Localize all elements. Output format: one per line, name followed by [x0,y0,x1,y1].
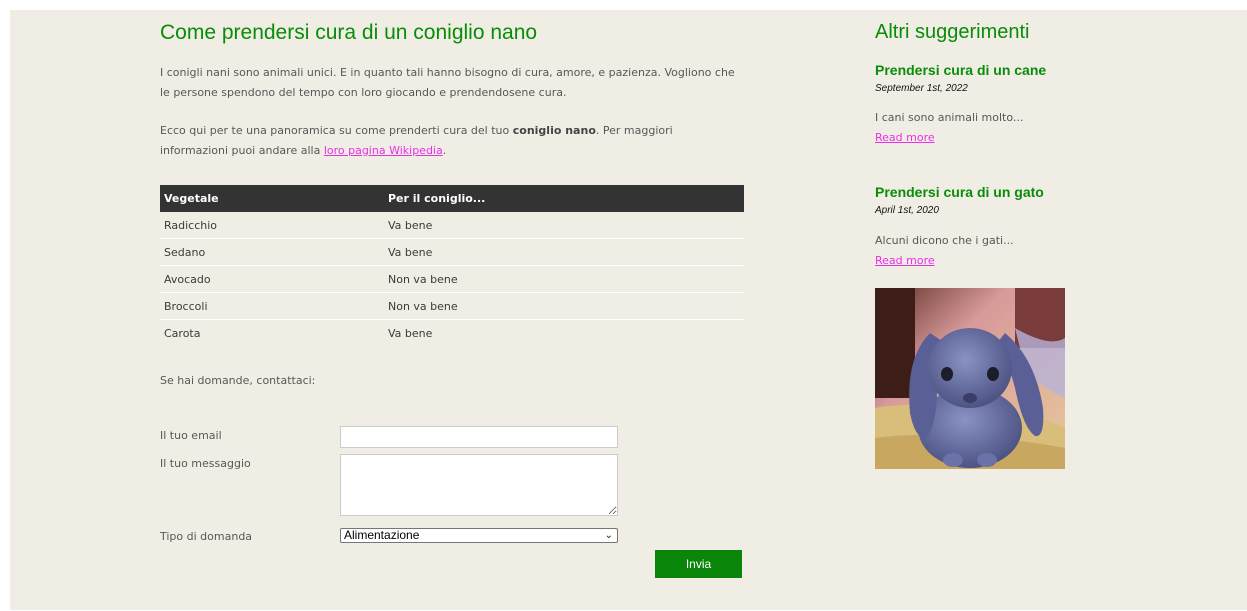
overview-bold: coniglio nano [512,124,596,137]
table-cell-verdict: Va bene [388,326,433,340]
post-date-dog: September 1st, 2022 [875,83,968,94]
question-type-label: Tipo di domanda [160,530,253,543]
wikipedia-link[interactable]: loro pagina Wikipedia [324,144,443,157]
rabbit-photo [875,288,1065,469]
page: Come prendersi cura di un coniglio nano … [10,10,1247,610]
contact-intro: Se hai domande, contattaci: [160,374,316,387]
post-title-cat: Prendersi cura di un gato [875,184,1044,200]
message-field[interactable] [340,454,618,516]
table-row: Broccoli Non va bene [160,292,744,320]
table-cell-vegetable: Radicchio [160,212,384,239]
table-row: Sedano Va bene [160,238,744,266]
table-cell-vegetable: Sedano [160,238,384,266]
post-date-cat: April 1st, 2020 [875,205,939,216]
table-cell-vegetable: Carota [164,326,201,340]
submit-button[interactable]: Invia [655,550,742,578]
column-header-vegetale: Vegetale [160,185,384,212]
table-header-row: Vegetale Per il coniglio... [160,185,744,212]
post-title-dog: Prendersi cura di un cane [875,62,1047,78]
overview-text-end: . [442,144,447,157]
email-field[interactable] [340,426,618,448]
table-row: Radicchio Va bene [160,212,744,239]
intro-paragraph: I conigli nani sono animali unici. E in … [160,66,735,99]
page-title: Come prendersi cura di un coniglio nano [160,21,538,44]
table-cell-vegetable: Broccoli [160,292,384,320]
email-label: Il tuo email [160,429,222,442]
table-cell-vegetable: Avocado [160,265,384,293]
read-more-link-cat[interactable]: Read more [875,254,935,267]
table-row: Avocado Non va bene [160,265,744,293]
overview-paragraph: Ecco qui per te una panoramica su come p… [160,121,744,161]
read-more-link-dog[interactable]: Read more [875,131,935,144]
sidebar-title: Altri suggerimenti [875,21,1030,43]
question-type-select[interactable]: Alimentazione ⌄ [340,528,618,543]
overview-text-start: Ecco qui per te una panoramica su come p… [160,124,513,137]
vegetable-table: Vegetale Per il coniglio... Radicchio Va… [160,185,744,346]
post-excerpt-dog: I cani sono animali molto... [875,111,1024,124]
table-row: Carota Va bene [160,320,744,347]
post-excerpt-cat: Alcuni dicono che i gati... [875,234,1014,247]
question-type-selected-value: Alimentazione [344,528,420,542]
table-cell-verdict: Non va bene [384,292,744,320]
column-header-per-il-coniglio: Per il coniglio... [384,185,744,212]
table-cell-verdict: Va bene [384,238,744,266]
chevron-down-icon: ⌄ [604,530,613,541]
message-label: Il tuo messaggio [160,457,251,470]
table-cell-verdict: Va bene [384,212,744,239]
table-cell-verdict: Non va bene [384,265,744,293]
